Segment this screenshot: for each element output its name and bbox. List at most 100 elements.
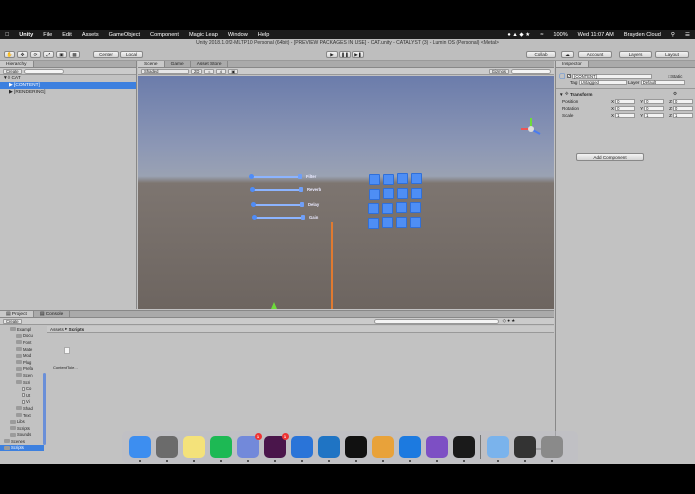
layer-dropdown[interactable]: Default xyxy=(640,80,685,85)
menu-gameobject[interactable]: GameObject xyxy=(104,32,145,38)
pause-icon[interactable]: ❚❚ xyxy=(339,51,351,58)
folder-tree-item[interactable]: Plug xyxy=(0,359,44,366)
filter-icons[interactable]: ◇ ● ★ xyxy=(503,318,516,324)
transform-z-field[interactable]: 1 xyxy=(672,113,693,118)
project-search-input[interactable] xyxy=(373,318,499,324)
folder-tree-item[interactable]: Shad xyxy=(0,405,44,412)
folder-tree-item[interactable]: Mate xyxy=(0,346,44,353)
script-file-icon[interactable] xyxy=(64,347,70,354)
app-menu[interactable]: Unity xyxy=(14,32,38,38)
xcode-icon[interactable] xyxy=(290,436,313,462)
status-icons[interactable]: ● ▲ ◆ ★ xyxy=(502,32,535,38)
finder-icon[interactable] xyxy=(128,436,151,462)
hierarchy-item-content[interactable]: ▶ [CONTENT] xyxy=(0,82,136,89)
battery-status[interactable]: 100% xyxy=(548,32,572,38)
menu-file[interactable]: File xyxy=(38,32,57,38)
launchpad-icon[interactable] xyxy=(155,436,178,462)
transform-y-field[interactable]: 0 xyxy=(644,99,665,104)
scale-tool-icon[interactable]: ⤢ xyxy=(43,51,54,58)
desktop-icon[interactable] xyxy=(513,436,536,462)
rotate-tool-icon[interactable]: ⟳ xyxy=(30,51,41,58)
transform-tool-icon[interactable]: ▩ xyxy=(69,51,80,58)
menu-window[interactable]: Window xyxy=(223,32,253,38)
notes-icon[interactable] xyxy=(182,436,205,462)
apple-menu-icon[interactable]:  xyxy=(0,32,14,38)
tab-hierarchy[interactable]: Hierarchy xyxy=(0,61,34,67)
menu-edit[interactable]: Edit xyxy=(57,32,77,38)
folder-tree-item[interactable]: Scri xyxy=(0,379,44,386)
folder-tree-item[interactable]: Exampl xyxy=(0,326,44,333)
pivot-local-button[interactable]: Local xyxy=(120,51,143,58)
transform-x-field[interactable]: 0 xyxy=(615,99,636,104)
folder-tree-item[interactable]: Prefa xyxy=(0,366,44,373)
tab-inspector[interactable]: Inspector xyxy=(556,61,589,67)
wifi-icon[interactable]: ≈ xyxy=(535,32,548,38)
layout-dropdown[interactable]: Layout xyxy=(655,51,689,58)
menu-list-icon[interactable]: ☰ xyxy=(680,32,695,38)
move-tool-icon[interactable]: ✥ xyxy=(17,51,28,58)
transform-z-field[interactable]: 0 xyxy=(672,99,693,104)
menu-assets[interactable]: Assets xyxy=(77,32,104,38)
transform-x-field[interactable]: 1 xyxy=(615,113,636,118)
testflight-icon[interactable] xyxy=(398,436,421,462)
hierarchy-item-rendering[interactable]: ▶ [RENDERING] xyxy=(0,89,136,96)
hand-tool-icon[interactable]: ✋ xyxy=(4,51,15,58)
chrome-icon[interactable] xyxy=(371,436,394,462)
menu-component[interactable]: Component xyxy=(145,32,184,38)
unity-icon[interactable] xyxy=(452,436,475,462)
hierarchy-scene-row[interactable]: ▼◊ CAT xyxy=(0,75,136,82)
folder-tree-item[interactable]: Ut xyxy=(0,392,44,399)
pivot-center-button[interactable]: Center xyxy=(93,51,119,58)
collab-button[interactable]: Collab xyxy=(526,51,556,58)
shading-mode-dropdown[interactable]: Shaded xyxy=(141,68,189,74)
file-name-label[interactable]: ContentTole... xyxy=(53,365,78,370)
tab-project[interactable]: ▤ Project xyxy=(0,311,34,317)
folder-tree-item[interactable]: Text xyxy=(0,412,44,419)
tab-asset-store[interactable]: Asset Store xyxy=(191,61,229,67)
folder-tree-item[interactable]: Sounds xyxy=(0,432,44,439)
folder-tree-item[interactable]: Scen xyxy=(0,372,44,379)
visual-studio-code-icon[interactable] xyxy=(317,436,340,462)
folder-tree-item[interactable]: Scripts xyxy=(0,425,44,432)
active-checkbox[interactable]: ✓ xyxy=(566,74,571,78)
terminal-icon[interactable] xyxy=(344,436,367,462)
breadcrumb-assets[interactable]: Assets xyxy=(50,327,64,332)
cloud-icon[interactable]: ☁ xyxy=(561,51,574,58)
transform-x-field[interactable]: 0 xyxy=(615,106,636,111)
transform-z-field[interactable]: 0 xyxy=(672,106,693,111)
menu-magic-leap[interactable]: Magic Leap xyxy=(184,32,223,38)
folder-tree-item[interactable]: Scripts xyxy=(0,444,44,452)
discord-icon[interactable]: 1 xyxy=(236,433,262,462)
clock[interactable]: Wed 11:07 AM xyxy=(573,32,619,38)
2d-toggle[interactable]: 2D xyxy=(191,68,203,74)
documents-icon[interactable] xyxy=(486,436,509,462)
folder-tree-item[interactable]: Mod xyxy=(0,352,44,359)
project-create-button[interactable]: Create xyxy=(3,318,22,324)
scene-viewport[interactable]: Filter Reverb Delay Gain xyxy=(138,76,554,309)
spotify-icon[interactable] xyxy=(209,436,232,462)
user-name[interactable]: Brayden Cloud xyxy=(619,32,666,38)
folder-tree-item[interactable]: Scenes xyxy=(0,438,44,445)
lighting-toggle-icon[interactable]: ☼ xyxy=(204,68,215,74)
add-component-button[interactable]: Add Component xyxy=(576,153,644,161)
audio-toggle-icon[interactable]: ♬ xyxy=(216,68,227,74)
step-icon[interactable]: ▶❚ xyxy=(352,51,364,58)
hierarchy-search-input[interactable] xyxy=(23,68,64,74)
folder-tree-item[interactable]: Font xyxy=(0,339,44,346)
tag-dropdown[interactable]: Untagged xyxy=(578,80,627,85)
tree-scrollbar[interactable] xyxy=(43,373,46,445)
trash-icon[interactable] xyxy=(540,436,563,462)
object-name-field[interactable]: [CONTENT] xyxy=(572,73,653,79)
transform-y-field[interactable]: 1 xyxy=(644,113,665,118)
effects-toggle-icon[interactable]: ▣ xyxy=(228,68,239,74)
folder-tree-item[interactable]: Libs xyxy=(0,418,44,425)
rect-tool-icon[interactable]: ▣ xyxy=(56,51,67,58)
gizmos-dropdown[interactable]: Gizmos xyxy=(488,68,509,74)
tab-console[interactable]: ▤ Console xyxy=(34,311,71,317)
scene-search-input[interactable] xyxy=(511,68,551,74)
hierarchy-create-button[interactable]: Create xyxy=(3,68,22,74)
folder-tree-item[interactable]: Co xyxy=(0,385,44,392)
tab-scene[interactable]: Scene xyxy=(138,61,165,67)
layers-dropdown[interactable]: Layers xyxy=(619,51,652,58)
account-dropdown[interactable]: Account xyxy=(578,51,612,58)
